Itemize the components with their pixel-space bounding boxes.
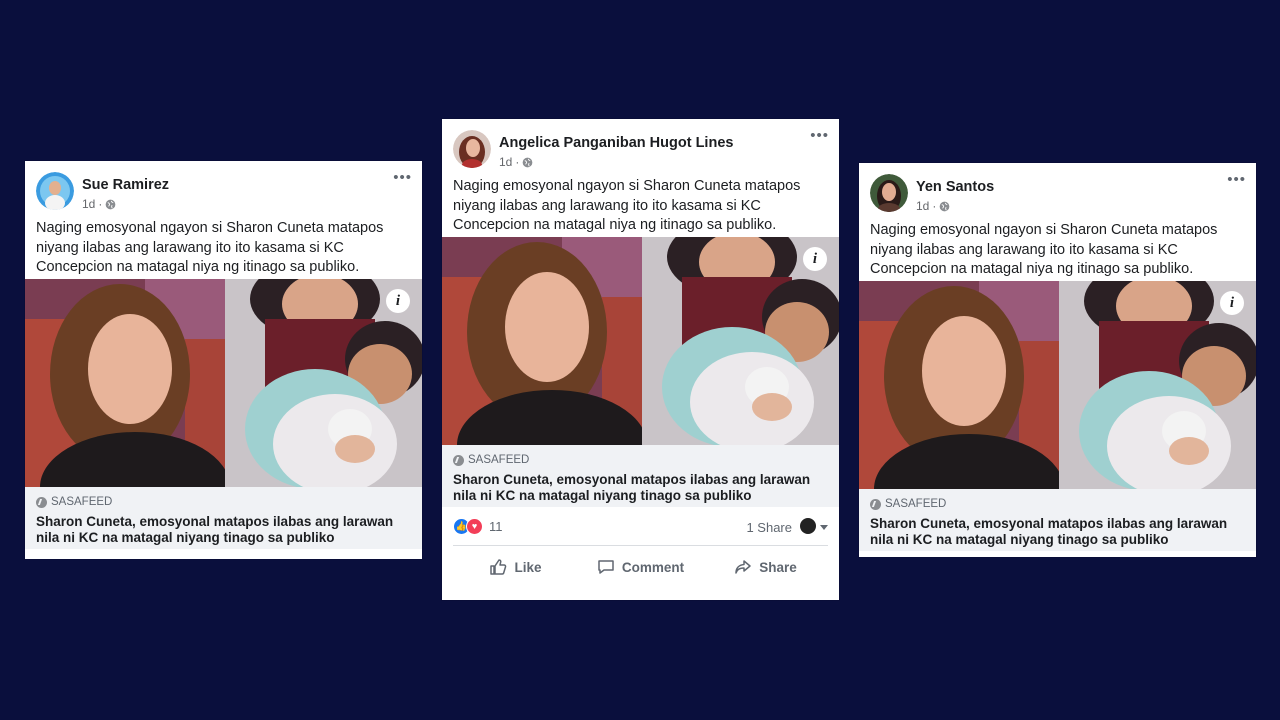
globe-icon	[106, 199, 116, 209]
share-arrow-icon	[735, 560, 751, 574]
link-title[interactable]: Sharon Cuneta, emosyonal matapos ilabas …	[870, 516, 1245, 547]
like-button[interactable]: Like	[453, 546, 578, 588]
link-preview[interactable]: SASAFEED Sharon Cuneta, emosyonal matapo…	[25, 487, 422, 549]
link-domain-row: SASAFEED	[453, 454, 828, 466]
link-preview[interactable]: SASAFEED Sharon Cuneta, emosyonal matapo…	[442, 445, 839, 507]
share-label: Share	[759, 559, 797, 575]
love-reaction-icon: ♥	[466, 518, 483, 535]
thumbs-up-icon	[490, 559, 507, 575]
post-card-yen-santos: Yen Santos 1d · ••• Naging emosyonal nga…	[859, 163, 1256, 557]
avatar[interactable]	[453, 130, 491, 168]
link-domain: SASAFEED	[468, 454, 530, 466]
share-button[interactable]: Share	[703, 546, 828, 588]
post-meta: 1d ·	[916, 199, 950, 213]
comment-button[interactable]: Comment	[578, 546, 703, 588]
comment-label: Comment	[621, 559, 685, 575]
post-photo[interactable]: i	[859, 281, 1256, 489]
post-meta: 1d ·	[499, 155, 533, 169]
domain-icon	[453, 454, 464, 466]
post-time[interactable]: 1d	[499, 155, 512, 169]
author-name[interactable]: Angelica Panganiban Hugot Lines	[499, 135, 733, 151]
link-domain-row: SASAFEED	[36, 496, 411, 508]
post-text: Naging emosyonal ngayon si Sharon Cuneta…	[870, 222, 1218, 277]
post-time[interactable]: 1d	[82, 197, 95, 211]
photo-image	[25, 279, 422, 487]
photo-image	[859, 281, 1256, 489]
info-icon[interactable]: i	[803, 247, 827, 271]
link-preview[interactable]: SASAFEED Sharon Cuneta, emosyonal matapo…	[859, 489, 1256, 551]
viewer-avatar[interactable]	[800, 518, 816, 534]
post-text: Naging emosyonal ngayon si Sharon Cuneta…	[453, 178, 801, 233]
photo-image	[442, 237, 839, 445]
domain-icon	[870, 498, 881, 510]
reaction-count: 11	[489, 519, 503, 534]
author-name[interactable]: Yen Santos	[916, 179, 994, 195]
globe-icon	[523, 157, 533, 167]
post-photo[interactable]: i	[25, 279, 422, 487]
link-domain: SASAFEED	[51, 496, 113, 508]
post-photo[interactable]: i	[442, 237, 839, 445]
meta-dot: ·	[98, 197, 103, 211]
post-header: Yen Santos 1d · •••	[859, 163, 1256, 213]
more-options-icon[interactable]: •••	[393, 170, 412, 185]
post-card-angelica: Angelica Panganiban Hugot Lines 1d · •••…	[442, 119, 839, 600]
link-domain: SASAFEED	[885, 498, 947, 510]
post-header: Angelica Panganiban Hugot Lines 1d · •••	[442, 119, 839, 169]
reactions-summary[interactable]: 👍 ♥ 11	[453, 518, 503, 535]
avatar[interactable]	[870, 174, 908, 212]
link-title[interactable]: Sharon Cuneta, emosyonal matapos ilabas …	[36, 514, 411, 545]
post-card-sue-ramirez: Sue Ramirez 1d · ••• Naging emosyonal ng…	[25, 161, 422, 559]
more-options-icon[interactable]: •••	[810, 128, 829, 143]
comment-icon	[598, 560, 614, 574]
meta-dot: ·	[932, 199, 937, 213]
action-bar: Like Comment Share	[453, 546, 828, 588]
chevron-down-icon[interactable]	[820, 525, 828, 530]
author-name[interactable]: Sue Ramirez	[82, 177, 169, 193]
link-domain-row: SASAFEED	[870, 498, 1245, 510]
info-icon[interactable]: i	[386, 289, 410, 313]
share-count[interactable]: 1 Share	[746, 520, 792, 535]
like-label: Like	[514, 559, 542, 575]
globe-icon	[940, 201, 950, 211]
domain-icon	[36, 496, 47, 508]
meta-dot: ·	[515, 155, 520, 169]
post-header: Sue Ramirez 1d · •••	[25, 161, 422, 211]
link-title[interactable]: Sharon Cuneta, emosyonal matapos ilabas …	[453, 472, 828, 503]
more-options-icon[interactable]: •••	[1227, 172, 1246, 187]
avatar[interactable]	[36, 172, 74, 210]
post-text: Naging emosyonal ngayon si Sharon Cuneta…	[36, 220, 384, 275]
info-icon[interactable]: i	[1220, 291, 1244, 315]
post-time[interactable]: 1d	[916, 199, 929, 213]
post-stats: 👍 ♥ 11 1 Share	[453, 507, 828, 546]
post-meta: 1d ·	[82, 197, 116, 211]
